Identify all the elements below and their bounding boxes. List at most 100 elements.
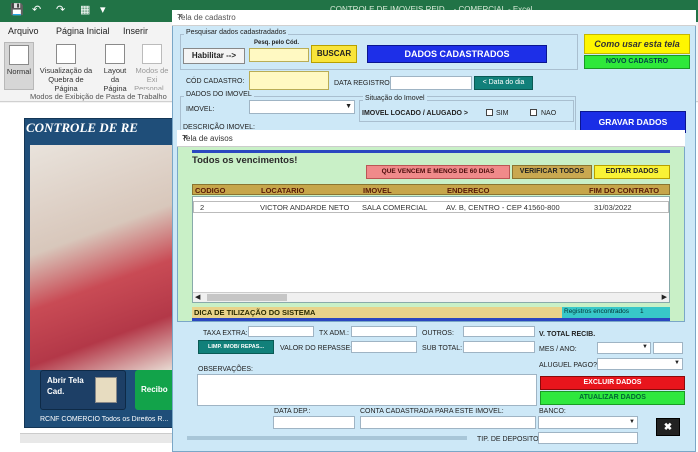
chevron-down-icon: ▼ [674, 360, 680, 366]
aviso-titlebar: Tela de avisos ✕ [177, 130, 685, 147]
col-endereco: ENDERECO [447, 186, 490, 195]
col-locatario: LOCATARIO [261, 186, 305, 195]
data-dep-input[interactable] [273, 416, 355, 429]
recibo-button[interactable]: Recibo [135, 370, 175, 410]
tip-deposito-label: TIP. DE DEPOSITO [477, 436, 539, 443]
cadastro-titlebar: Tela de cadastro ✕ [172, 10, 696, 26]
vencem-60-dias-button[interactable]: QUE VENCEM E MENOS DE 60 DIAS [366, 165, 510, 179]
valor-repasse-label: VALOR DO REPASSE: [280, 345, 353, 352]
conta-cadastrada-label: CONTA CADASTRADA PARA ESTE IMOVEL: [360, 408, 504, 415]
scroll-thumb[interactable] [207, 294, 287, 301]
v-total-label: V. TOTAL RECIB. [539, 331, 596, 338]
sheet-footer: RCNF COMERCIO Todos os Direitos R... [40, 416, 169, 423]
search-frame-title: Pesquisar dados cadastradados [184, 29, 289, 36]
scroll-right-icon[interactable]: ▶ [662, 293, 667, 301]
habilitar-button[interactable]: Habilitar --> [183, 48, 245, 64]
editar-dados-button[interactable]: EDITAR DADOS [594, 165, 670, 179]
chevron-down-icon: ▼ [642, 344, 648, 350]
excluir-button[interactable]: EXCLUIR DADOS [540, 376, 685, 390]
vencimentos-header: CODIGO LOCATARIO IMOVEL ENDERECO FIM DO … [192, 184, 670, 195]
page-break-label: Visualização da Quebra de Página [39, 66, 93, 93]
chevron-down-icon: ▼ [345, 103, 352, 110]
imovel-select[interactable]: ▼ [249, 100, 355, 114]
cell-fim-contrato: 31/03/2022 [594, 203, 632, 212]
tab-arquivo[interactable]: Arquivo [8, 26, 39, 36]
observacoes-textarea[interactable] [197, 374, 537, 406]
view-icon[interactable]: ▦ [80, 4, 90, 16]
close-icon: ✖ [663, 422, 673, 433]
undo-icon[interactable]: ↶ [32, 4, 41, 16]
verificar-todos-button[interactable]: VERIFICAR TODOS [512, 165, 592, 179]
close-icon[interactable]: ✕ [182, 133, 677, 142]
cod-cadastro-field[interactable] [249, 71, 329, 90]
tx-adm-input[interactable] [351, 326, 417, 337]
custom-views-label: Modos de Exi Personal... [134, 66, 170, 90]
close-form-button[interactable]: ✖ [656, 418, 680, 436]
page-layout-button[interactable]: Layout da Página [100, 42, 130, 93]
table-row[interactable]: 2 VICTOR ANDARDE NETO SALA COMERCIAL AV.… [193, 201, 669, 213]
data-registro-input[interactable] [390, 76, 472, 90]
taxa-extra-label: TAXA EXTRA: [203, 330, 248, 337]
outros-input[interactable] [463, 326, 535, 337]
registros-label: Registros encontrados [564, 308, 630, 315]
cell-locatario: VICTOR ANDARDE NETO [260, 203, 350, 212]
sub-total-input[interactable] [463, 341, 535, 353]
col-codigo: CODIGO [195, 186, 226, 195]
aviso-top-line [192, 150, 670, 153]
page-break-view-button[interactable]: Visualização da Quebra de Página [38, 42, 94, 93]
novo-cadastro-button[interactable]: NOVO CADASTRO [584, 55, 690, 69]
col-fim-contrato: FIM DO CONTRATO [589, 186, 660, 195]
limp-imob-button[interactable]: LIMP. IMOB/ REPAS... [198, 340, 274, 354]
aluguel-pago-select[interactable]: ▼ [597, 358, 683, 370]
nao-checkbox[interactable] [530, 109, 537, 116]
aviso-heading: Todos os vencimentos! [192, 155, 298, 166]
sheet-hscrollbar[interactable] [20, 433, 180, 443]
pesq-codigo-input[interactable] [249, 48, 309, 62]
ano-input[interactable] [653, 342, 683, 354]
nao-label: NAO [541, 110, 557, 117]
tab-pagina-inicial[interactable]: Página Inicial [56, 26, 110, 36]
banco-select[interactable]: ▼ [538, 416, 638, 429]
chevron-down-icon: ▼ [629, 419, 635, 425]
cod-cadastro-label: CÓD CADASTRO: [186, 78, 245, 85]
sim-checkbox[interactable] [486, 109, 493, 116]
valor-repasse-input[interactable] [351, 341, 417, 353]
dica-label[interactable]: DICA DE TILIZAÇÃO DO SISTEMA [194, 308, 315, 317]
vencimentos-list[interactable]: 2 VICTOR ANDARDE NETO SALA COMERCIAL AV.… [192, 196, 670, 303]
buscar-button[interactable]: BUSCAR [311, 45, 357, 63]
customize-icon[interactable]: ▾ [100, 4, 106, 16]
registros-count: 1 [640, 308, 644, 315]
aluguel-pago-label: ALUGUEL PAGO? [539, 362, 597, 369]
taxa-extra-input[interactable] [248, 326, 314, 337]
custom-views-icon [142, 44, 162, 64]
atualizar-button[interactable]: ATUALIZAR DADOS [540, 391, 685, 405]
custom-views-button[interactable]: Modos de Exi Personal... [133, 42, 171, 90]
save-icon[interactable]: 💾 [10, 4, 24, 16]
normal-view-button[interactable]: Normal [4, 42, 34, 90]
conta-cadastrada-input[interactable] [360, 416, 536, 429]
tx-adm-label: TX ADM.: [319, 330, 349, 337]
dados-cadastrados-button[interactable]: DADOS CADASTRADOS [367, 45, 547, 63]
sub-total-label: SUB TOTAL: [422, 345, 463, 352]
page-layout-label: Layout da Página [103, 66, 127, 93]
data-do-dia-button[interactable]: < Data do dia [474, 76, 533, 90]
pesq-label: Pesq. pelo Cód. [254, 40, 300, 46]
tab-inserir[interactable]: Inserir [123, 26, 148, 36]
scroll-left-icon[interactable]: ◀ [195, 293, 200, 301]
situacao-title: Situação do Imovel [363, 95, 427, 102]
como-usar-button[interactable]: Como usar esta tela [584, 34, 690, 54]
list-hscrollbar[interactable]: ◀ ▶ [193, 292, 669, 302]
banco-label: BANCO: [539, 408, 566, 415]
sim-label: SIM [496, 110, 509, 117]
outros-label: OUTROS: [422, 330, 454, 337]
abrir-tela-cad-label: Abrir Tela Cad. [47, 376, 84, 396]
form-separator [187, 436, 467, 440]
sheet-header: CONTROLE DE RE [26, 120, 138, 135]
data-registro-label: DATA REGISTRO: [334, 80, 392, 87]
close-icon[interactable]: ✕ [177, 12, 690, 21]
redo-icon[interactable]: ↷ [56, 4, 65, 16]
tip-deposito-input[interactable] [538, 432, 638, 444]
page-layout-icon [105, 44, 125, 64]
mes-select[interactable]: ▼ [597, 342, 651, 354]
abrir-tela-cad-button[interactable]: Abrir Tela Cad. [40, 370, 126, 410]
